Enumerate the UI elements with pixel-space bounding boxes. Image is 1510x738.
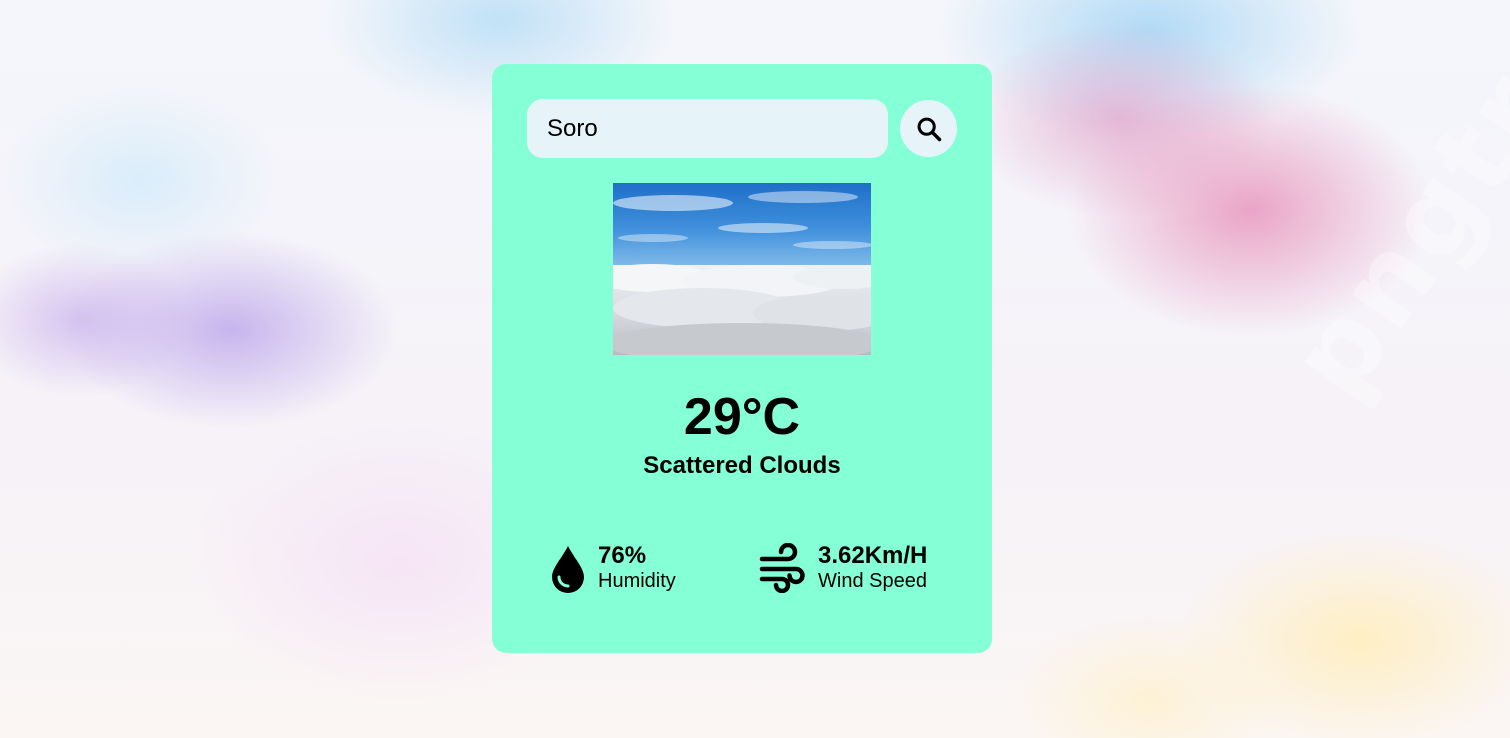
wind-speed-value: 3.62Km/H [818,542,928,569]
humidity-label: Humidity [598,570,676,592]
weather-card: 29°C Scattered Clouds 76% Humidity 3.62K… [492,64,992,653]
background-watermark: pngtr [1264,48,1510,420]
wind-icon [759,543,805,593]
weather-condition-image [613,183,871,355]
clouds-photo [613,183,871,355]
wind-speed-label: Wind Speed [818,570,927,592]
weather-description: Scattered Clouds [643,452,841,479]
city-search-input[interactable] [527,99,888,158]
wind-stat: 3.62Km/H Wind Speed [758,542,958,598]
humidity-value: 76% [598,542,647,569]
search-button[interactable] [900,100,957,157]
water-drop-icon [552,546,584,593]
temperature: 29°C [683,388,801,446]
humidity-stat: 76% Humidity [550,542,720,598]
search-icon [917,117,941,141]
search-bar [527,99,957,158]
